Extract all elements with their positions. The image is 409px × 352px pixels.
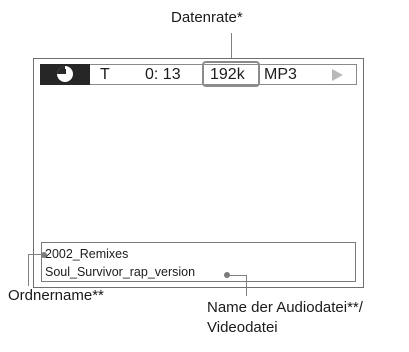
- callout-folder-line-v: [28, 254, 29, 286]
- format-indicator: MP3: [264, 66, 297, 83]
- callout-file-label-line2: Videodatei: [207, 319, 278, 336]
- clock-icon: [57, 66, 73, 82]
- callout-file-line-h: [226, 275, 247, 276]
- playback-time: 0: 13: [145, 66, 181, 83]
- callout-folder-dot: [41, 252, 47, 258]
- callout-bitrate-line: [231, 33, 232, 61]
- clock-hand: [64, 69, 66, 74]
- callout-folder-line-h: [28, 254, 44, 255]
- time-mode-indicator: T: [100, 66, 110, 83]
- file-name: Soul_Survivor_rap_version: [45, 265, 196, 279]
- folder-name: 2002_Remixes: [45, 247, 129, 261]
- callout-folder-label: Ordnername**: [8, 287, 104, 304]
- callout-bitrate-label: Datenrate*: [171, 9, 243, 26]
- callout-file-line-v: [246, 275, 247, 296]
- callout-file-label-line1: Name der Audiodatei**/: [207, 299, 363, 316]
- bitrate-value: 192k: [210, 66, 245, 83]
- play-triangle-icon: [332, 69, 343, 81]
